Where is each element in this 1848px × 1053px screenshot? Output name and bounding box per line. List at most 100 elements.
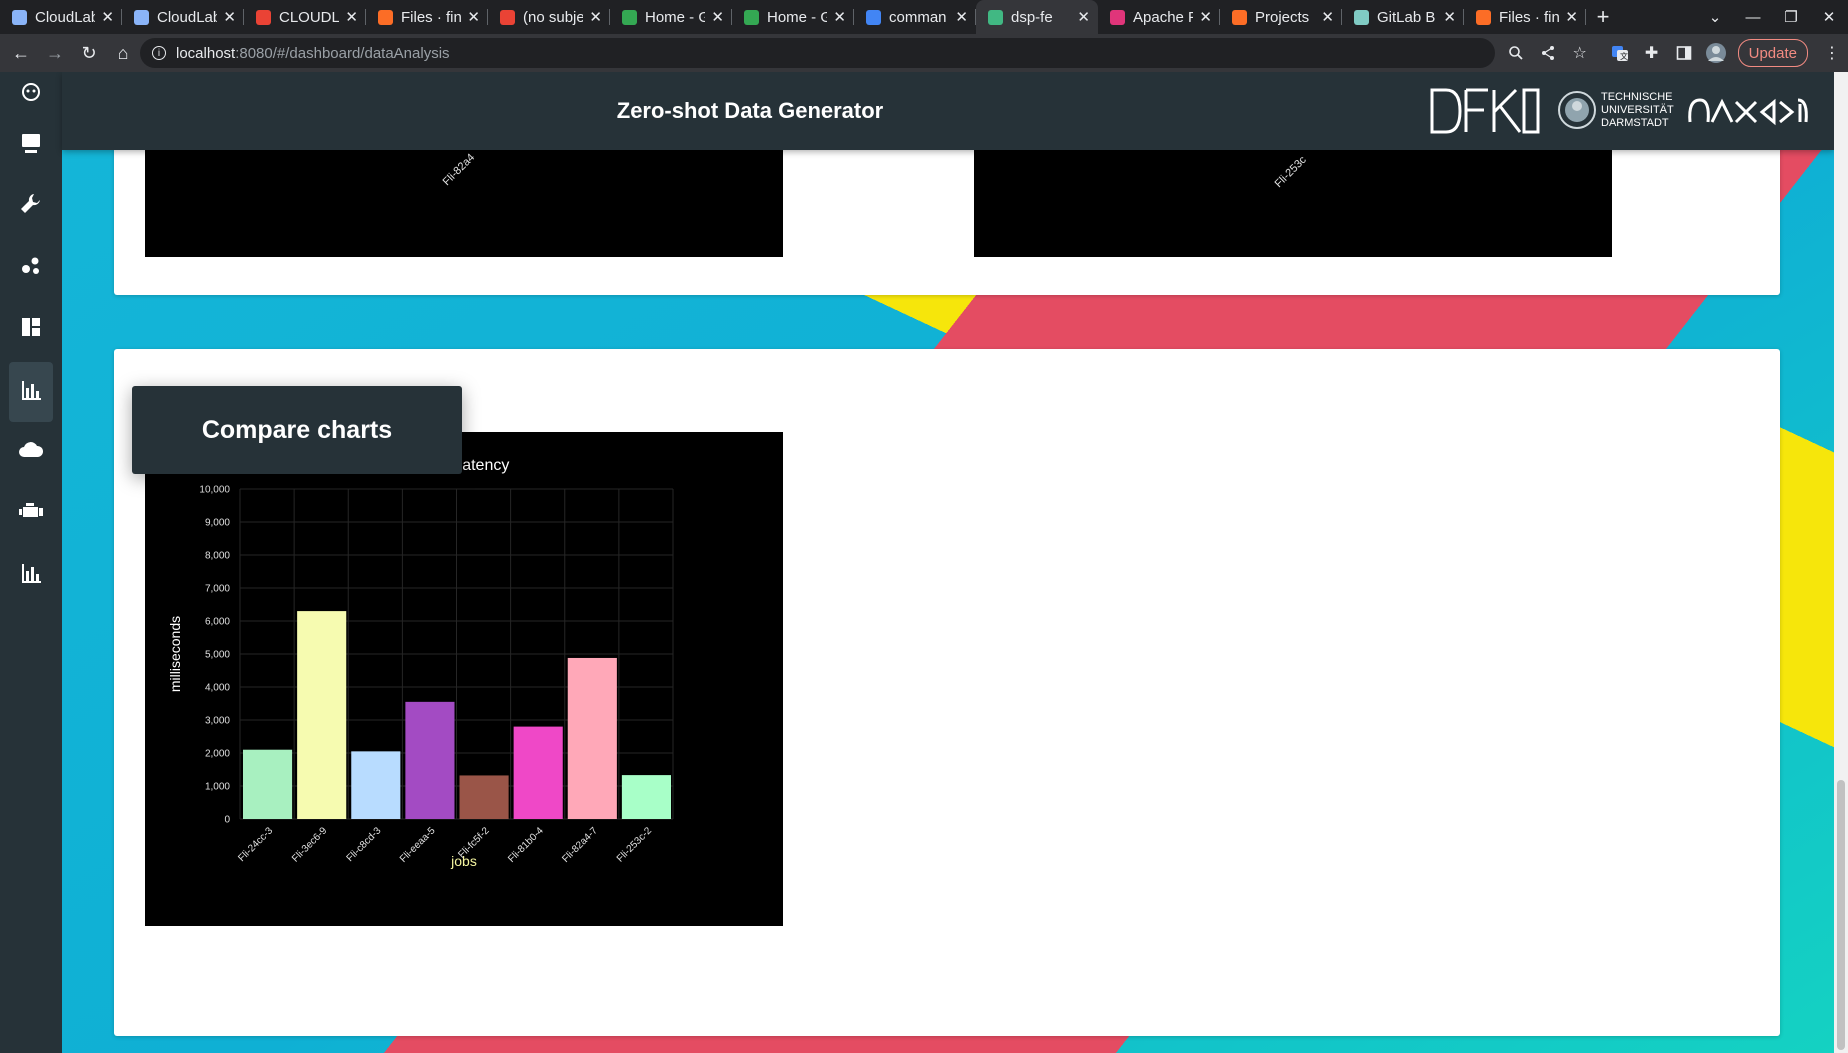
tab-close-icon[interactable]: ✕ [1565, 8, 1578, 26]
tab-close-icon[interactable]: ✕ [223, 8, 236, 26]
scrollbar-thumb[interactable] [1837, 780, 1845, 1050]
tab-close-icon[interactable]: ✕ [1443, 8, 1456, 26]
new-tab-icon[interactable]: + [1586, 0, 1620, 34]
browser-tab[interactable]: Apache F ✕ [1098, 0, 1220, 34]
x-tick-label: Fli-eeaa-5 [398, 825, 438, 865]
engine-icon [18, 499, 44, 528]
sidebar-item-wrench[interactable] [9, 176, 53, 236]
sidebar-item-dashboard[interactable] [9, 299, 53, 359]
tab-title: CloudLab [35, 8, 96, 26]
maximize-icon[interactable]: ❐ [1772, 8, 1810, 26]
tab-close-icon[interactable]: ✕ [589, 8, 602, 26]
side-panel-icon[interactable] [1668, 37, 1700, 69]
url-path: :8080/#/dashboard/dataAnalysis [235, 44, 450, 62]
y-tick-label: 0 [224, 815, 230, 826]
chart-bar-Fli-82a4-7[interactable] [567, 657, 617, 819]
x-tick-label: Fli-3ec6-9 [290, 825, 330, 865]
bar-chart-icon [19, 561, 43, 590]
chart-bar-Fli-81b0-4[interactable] [513, 726, 563, 819]
forward-icon[interactable]: → [38, 36, 72, 70]
y-tick-label: 3,000 [205, 716, 230, 727]
browser-tab[interactable]: Files · fin ✕ [1464, 0, 1586, 34]
tab-title: Projects [1255, 8, 1310, 26]
tab-close-icon[interactable]: ✕ [1321, 8, 1334, 26]
tab-title: Home - G [767, 8, 828, 26]
tab-close-icon[interactable]: ✕ [345, 8, 358, 26]
tab-close-icon[interactable]: ✕ [711, 8, 724, 26]
browser-tab[interactable]: comman ✕ [854, 0, 976, 34]
address-bar[interactable]: i localhost:8080/#/dashboard/dataAnalysi… [140, 38, 1495, 68]
tu-logo-line-3: DARMSTADT [1601, 116, 1669, 129]
chart-bar-Fli-c8cd-3[interactable] [351, 751, 401, 819]
tab-title: Files · fin [401, 8, 462, 26]
sidebar [0, 72, 62, 1053]
browser-tab[interactable]: CLOUDLA ✕ [244, 0, 366, 34]
e2e-latency-svg: E2E Latency milliseconds jobs 01,0002,00… [167, 457, 674, 869]
sidebar-item-bar-chart[interactable] [9, 362, 53, 422]
chart-bar-Fli-253c-2[interactable] [621, 775, 671, 819]
zoom-icon[interactable] [1500, 37, 1532, 69]
app-header: Zero-shot Data Generator TECHNISCHE UNIV… [62, 72, 1834, 150]
wrench-icon [19, 192, 43, 221]
svg-text:文: 文 [1620, 51, 1628, 61]
tab-close-icon[interactable]: ✕ [955, 8, 968, 26]
tab-close-icon[interactable]: ✕ [1077, 8, 1090, 26]
extensions-puzzle-icon[interactable]: ✚ [1636, 37, 1668, 69]
tab-title: Home - G [645, 8, 706, 26]
profile-avatar[interactable] [1700, 37, 1732, 69]
browser-tab[interactable]: CloudLab ✕ [0, 0, 122, 34]
tab-close-icon[interactable]: ✕ [833, 8, 846, 26]
close-window-icon[interactable]: ✕ [1810, 8, 1848, 26]
site-info-icon[interactable]: i [152, 46, 166, 60]
update-button[interactable]: Update [1737, 39, 1808, 67]
tab-close-icon[interactable]: ✕ [101, 8, 114, 26]
app-viewport: 0 Fli-82a4 Fli-253c E2E Latency millisec… [0, 72, 1848, 1053]
minimize-icon[interactable]: — [1734, 9, 1772, 26]
tab-close-icon[interactable]: ✕ [1199, 8, 1212, 26]
maxi-logo [1686, 96, 1810, 131]
tab-favicon-icon [256, 9, 271, 25]
chart-y-axis-label: milliseconds [167, 616, 183, 692]
y-tick-label: 9,000 [205, 518, 230, 529]
browser-tab[interactable]: Home - G ✕ [610, 0, 732, 34]
sidebar-item-cloud[interactable] [9, 422, 53, 482]
tab-separator [1585, 9, 1586, 25]
chart-bar-Fli-eeaa-5[interactable] [405, 701, 455, 819]
x-tick-label: Fli-24cc-3 [236, 825, 275, 864]
tab-search-icon[interactable]: ⌄ [1696, 8, 1734, 26]
browser-tab[interactable]: Files · fin ✕ [366, 0, 488, 34]
sidebar-item-engine[interactable] [9, 483, 53, 543]
browser-tab[interactable]: GitLab B ✕ [1342, 0, 1464, 34]
back-icon[interactable]: ← [4, 36, 38, 70]
share-icon[interactable] [1532, 37, 1564, 69]
menu-kebab-icon[interactable]: ⋮ [1816, 37, 1848, 69]
browser-tab[interactable]: CloudLab ✕ [122, 0, 244, 34]
sidebar-item-scatter[interactable] [9, 238, 53, 298]
browser-tab[interactable]: Home - G ✕ [732, 0, 854, 34]
compare-charts-header: Compare charts [132, 386, 462, 474]
sidebar-item-bar-chart[interactable] [9, 545, 53, 605]
browser-tab[interactable]: Projects ✕ [1220, 0, 1342, 34]
home-icon[interactable]: ⌂ [106, 36, 140, 70]
chart-bar-Fli-fc5f-2[interactable] [459, 775, 509, 819]
tab-close-icon[interactable]: ✕ [467, 8, 480, 26]
app-title: Zero-shot Data Generator [616, 98, 884, 123]
dashboard-icon [19, 315, 43, 344]
browser-tab[interactable]: (no subje ✕ [488, 0, 610, 34]
tab-title: dsp-fe [1011, 8, 1053, 26]
page-scrollbar[interactable] [1834, 72, 1848, 1053]
scatter-icon [19, 254, 43, 283]
browser-tab-strip: CloudLab✕CloudLab✕CLOUDLA✕Files · fin✕(n… [0, 0, 1848, 34]
tab-favicon-icon [1232, 9, 1247, 25]
tab-title: Apache F [1133, 8, 1194, 26]
translate-extension-icon[interactable]: 文 [1604, 37, 1636, 69]
tab-title: Files · fin [1499, 8, 1560, 26]
sidebar-item-monitor[interactable] [9, 115, 53, 175]
reload-icon[interactable]: ↻ [72, 36, 106, 70]
tab-title: CloudLab [157, 8, 218, 26]
chart-bar-Fli-24cc-3[interactable] [243, 749, 293, 819]
chart-bar-Fli-3ec6-9[interactable] [297, 611, 347, 819]
bookmark-star-icon[interactable]: ☆ [1564, 37, 1596, 69]
browser-tab[interactable]: dsp-fe ✕ [976, 0, 1098, 34]
y-tick-label: 7,000 [205, 584, 230, 595]
